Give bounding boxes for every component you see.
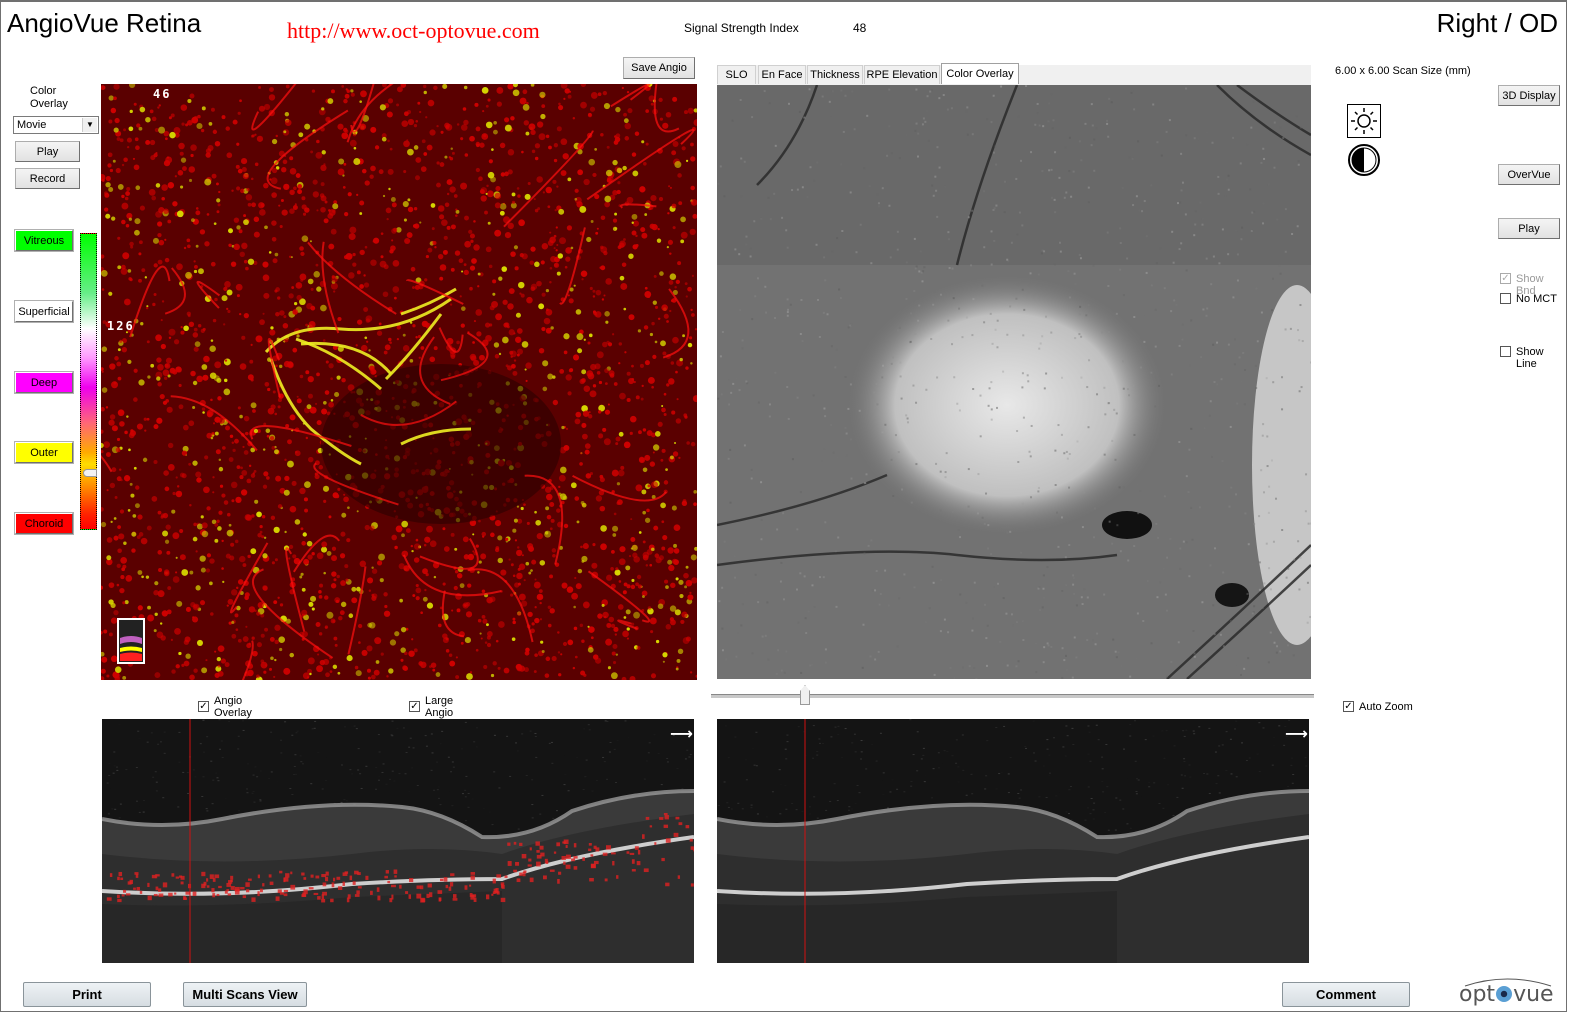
layer-button-deep[interactable]: Deep: [14, 371, 74, 394]
app-window: AngioVue Retina http://www.oct-optovue.c…: [0, 0, 1567, 1012]
no-mct-checkbox[interactable]: [1500, 293, 1511, 304]
large-angio-label-line2: Angio: [425, 707, 454, 719]
3d-display-button[interactable]: 3D Display: [1498, 85, 1560, 106]
tab-slo[interactable]: SLO: [717, 65, 756, 84]
color-overlay-label-line1: Color: [30, 85, 57, 97]
angio-overlay-label: Angio Overlay: [214, 695, 252, 719]
tab-rpe-elevation[interactable]: RPE Elevation: [864, 65, 940, 84]
bscan-angio-overlay[interactable]: ⟶: [102, 719, 694, 963]
app-title: AngioVue Retina: [7, 8, 202, 38]
layer-button-outer[interactable]: Outer: [14, 441, 74, 464]
color-overlay-label: Color Overlay: [30, 85, 68, 111]
logo-text-left: opt: [1459, 982, 1496, 1007]
angio-image-canvas: [101, 84, 697, 680]
logo-text-right: vue: [1513, 982, 1554, 1007]
overvue-button[interactable]: OverVue: [1498, 164, 1560, 185]
auto-zoom-label: Auto Zoom: [1359, 701, 1413, 713]
show-line-label: Show Line: [1516, 346, 1544, 370]
save-angio-button[interactable]: Save Angio: [623, 57, 695, 79]
slo-image-canvas: [717, 85, 1311, 679]
angio-image[interactable]: 46 126: [101, 84, 697, 680]
play-button[interactable]: Play: [15, 141, 80, 162]
large-angio-label: Large Angio: [425, 695, 453, 719]
colorbar-slider-handle[interactable]: [83, 469, 97, 477]
layer-button-choroid[interactable]: Choroid: [14, 512, 74, 535]
show-bnd-checkbox[interactable]: ✓: [1500, 273, 1511, 284]
contrast-icon[interactable]: [1347, 143, 1381, 177]
layer-legend-icon: [117, 618, 145, 664]
optovue-logo: opt vue: [1457, 974, 1557, 1010]
scan-direction-arrow-icon: ⟶: [670, 724, 693, 743]
logo-text: opt vue: [1459, 982, 1554, 1007]
angio-side-number: 126: [107, 319, 135, 333]
scan-direction-arrow-icon: ⟶: [1285, 724, 1308, 743]
color-overlay-select-value: Movie: [17, 119, 47, 131]
angio-overlay-label-line2: Overlay: [214, 707, 252, 719]
print-button[interactable]: Print: [23, 982, 151, 1007]
color-overlay-select[interactable]: Movie ▼: [13, 116, 99, 134]
no-mct-label: No MCT: [1516, 293, 1557, 305]
angio-overlay-checkbox[interactable]: ✓: [198, 701, 209, 712]
signal-strength-value: 48: [853, 21, 867, 35]
scan-position-slider-thumb[interactable]: [800, 685, 810, 705]
scan-size-label: 6.00 x 6.00 Scan Size (mm): [1335, 65, 1471, 77]
tab-thickness[interactable]: Thickness: [807, 65, 863, 84]
right-play-button[interactable]: Play: [1498, 218, 1560, 239]
layer-button-superficial[interactable]: Superficial: [14, 300, 74, 323]
show-line-checkbox[interactable]: [1500, 346, 1511, 357]
large-angio-checkbox[interactable]: ✓: [409, 701, 420, 712]
eye-label: Right / OD: [1436, 8, 1558, 38]
slo-tab-bar: SLO En Face Thickness RPE Elevation Colo…: [717, 63, 1311, 85]
auto-zoom-checkbox[interactable]: ✓: [1343, 701, 1354, 712]
bscan-angio-canvas: [102, 719, 694, 963]
signal-strength-label: Signal Strength Index: [684, 21, 799, 35]
slo-image[interactable]: [717, 85, 1311, 679]
depth-colorbar: [80, 233, 97, 530]
multi-scans-view-button[interactable]: Multi Scans View: [183, 982, 307, 1007]
color-overlay-label-line2: Overlay: [30, 98, 68, 110]
sun-icon[interactable]: [1347, 104, 1381, 138]
angio-overlay-label-line1: Angio: [214, 695, 243, 707]
comment-button[interactable]: Comment: [1282, 982, 1410, 1007]
chevron-down-icon[interactable]: ▼: [82, 118, 97, 132]
tab-en-face[interactable]: En Face: [758, 65, 806, 84]
large-angio-label-line1: Large: [425, 695, 454, 707]
eye-logo-icon: [1496, 986, 1513, 1002]
angio-top-number: 46: [153, 87, 172, 101]
bscan-structural-canvas: [717, 719, 1309, 963]
layer-button-vitreous[interactable]: Vitreous: [14, 229, 74, 252]
bscan-structural[interactable]: ⟶: [717, 719, 1309, 963]
website-url: http://www.oct-optovue.com: [287, 18, 540, 43]
tab-color-overlay[interactable]: Color Overlay: [941, 63, 1019, 84]
record-button[interactable]: Record: [15, 168, 80, 189]
